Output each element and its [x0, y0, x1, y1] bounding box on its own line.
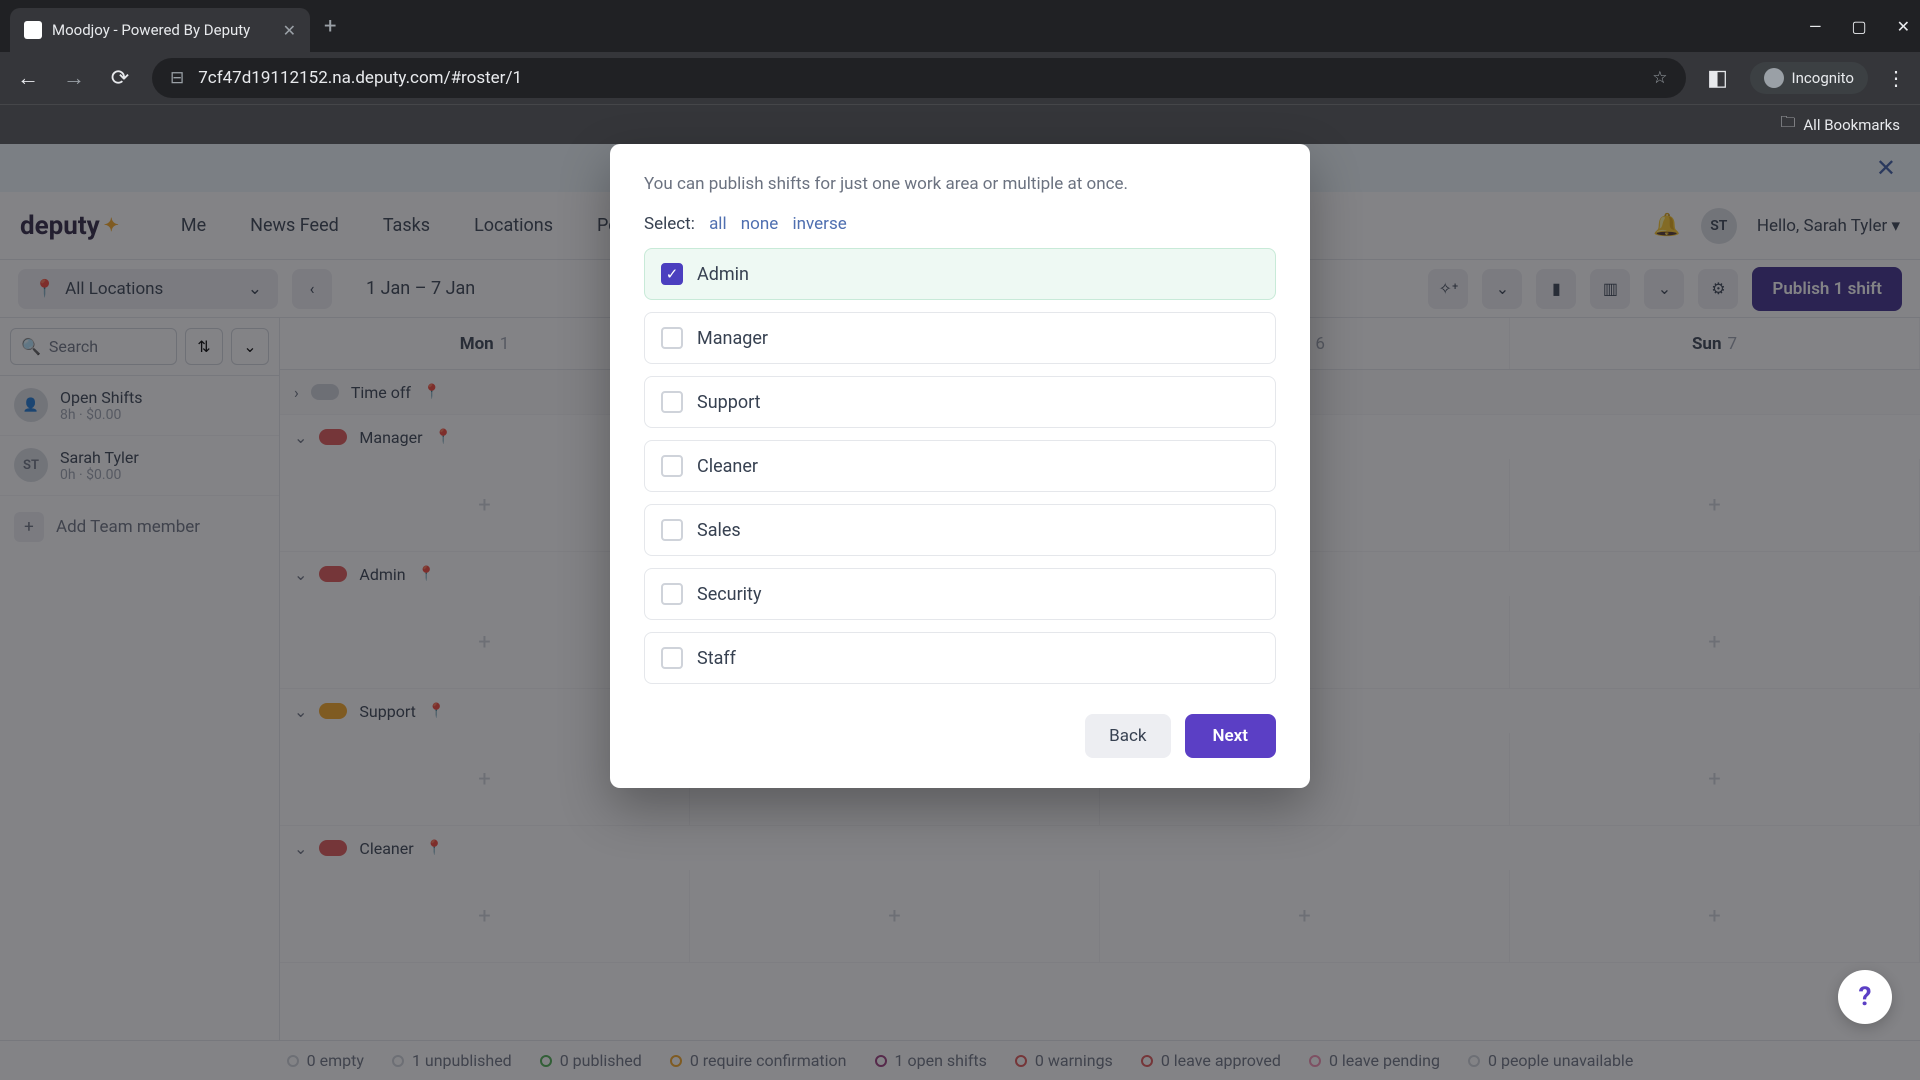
- option-label: Staff: [697, 648, 736, 669]
- site-settings-icon[interactable]: ⊟: [170, 68, 184, 88]
- browser-toolbar: ← → ⟳ ⊟ 7cf47d19112152.na.deputy.com/#ro…: [0, 52, 1920, 104]
- address-bar[interactable]: ⊟ 7cf47d19112152.na.deputy.com/#roster/1…: [152, 58, 1686, 98]
- folder-icon: 🗀: [1780, 112, 1795, 137]
- close-window-icon[interactable]: ✕: [1897, 17, 1910, 36]
- checkbox-icon: [661, 327, 683, 349]
- forward-icon[interactable]: →: [60, 65, 88, 91]
- option-label: Admin: [697, 264, 749, 285]
- next-button[interactable]: Next: [1185, 714, 1277, 758]
- back-icon[interactable]: ←: [14, 65, 42, 91]
- select-all-link[interactable]: all: [709, 214, 727, 234]
- option-label: Security: [697, 584, 761, 605]
- work-area-option[interactable]: Manager: [644, 312, 1276, 364]
- work-area-option[interactable]: Support: [644, 376, 1276, 428]
- side-panel-icon[interactable]: ◧: [1704, 66, 1732, 91]
- select-row: Select: all none inverse: [644, 214, 1276, 234]
- url-text: 7cf47d19112152.na.deputy.com/#roster/1: [198, 68, 522, 88]
- option-label: Manager: [697, 328, 768, 349]
- select-inverse-link[interactable]: inverse: [793, 214, 847, 234]
- modal-overlay[interactable]: You can publish shifts for just one work…: [0, 144, 1920, 1080]
- incognito-label: Incognito: [1792, 69, 1854, 87]
- back-button[interactable]: Back: [1085, 714, 1170, 758]
- all-bookmarks-link[interactable]: All Bookmarks: [1803, 116, 1900, 134]
- incognito-icon: [1764, 68, 1784, 88]
- checkbox-icon: [661, 519, 683, 541]
- menu-icon[interactable]: ⋮: [1886, 66, 1906, 90]
- checkbox-icon: [661, 455, 683, 477]
- close-icon[interactable]: ✕: [283, 21, 296, 40]
- incognito-badge[interactable]: Incognito: [1750, 62, 1868, 94]
- work-area-option[interactable]: Security: [644, 568, 1276, 620]
- checkbox-icon: [661, 391, 683, 413]
- checkbox-icon: [661, 583, 683, 605]
- help-button[interactable]: ?: [1838, 970, 1892, 1024]
- work-area-option[interactable]: Staff: [644, 632, 1276, 684]
- window-controls: — ▢ ✕: [1809, 17, 1910, 36]
- checkbox-icon: [661, 647, 683, 669]
- browser-tab[interactable]: Moodjoy - Powered By Deputy ✕: [10, 8, 310, 52]
- option-label: Support: [697, 392, 761, 413]
- work-area-option[interactable]: Cleaner: [644, 440, 1276, 492]
- work-area-option[interactable]: Sales: [644, 504, 1276, 556]
- maximize-icon[interactable]: ▢: [1851, 17, 1866, 36]
- new-tab-button[interactable]: +: [324, 14, 336, 39]
- publish-modal: You can publish shifts for just one work…: [610, 144, 1310, 788]
- app-root: 8 days remaining of your Premium Plan tr…: [0, 144, 1920, 1080]
- checkbox-icon: ✓: [661, 263, 683, 285]
- option-label: Cleaner: [697, 456, 758, 477]
- tab-title: Moodjoy - Powered By Deputy: [52, 21, 250, 39]
- work-area-option[interactable]: ✓ Admin: [644, 248, 1276, 300]
- reload-icon[interactable]: ⟳: [106, 66, 134, 91]
- option-label: Sales: [697, 520, 741, 541]
- modal-description: You can publish shifts for just one work…: [644, 174, 1276, 194]
- bookmarks-bar: 🗀 All Bookmarks: [0, 104, 1920, 144]
- select-none-link[interactable]: none: [741, 214, 779, 234]
- browser-tab-strip: Moodjoy - Powered By Deputy ✕ + — ▢ ✕: [0, 0, 1920, 52]
- bookmark-star-icon[interactable]: ☆: [1652, 68, 1667, 88]
- tab-favicon: [24, 21, 42, 39]
- minimize-icon[interactable]: —: [1809, 17, 1822, 36]
